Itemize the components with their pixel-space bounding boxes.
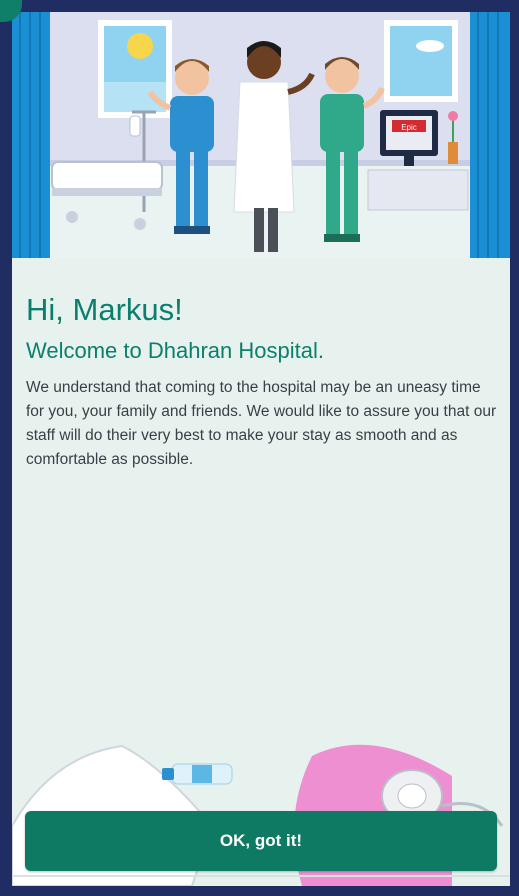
hospital-staff-illustration: Epic	[12, 12, 510, 258]
welcome-content: Hi, Markus! Welcome to Dhahran Hospital.…	[26, 292, 498, 472]
water-bottle-icon	[162, 763, 233, 785]
welcome-subheading: Welcome to Dhahran Hospital.	[26, 338, 324, 363]
greeting-heading: Hi, Markus!	[26, 292, 183, 327]
welcome-screen: Epic Hi, Markus! Welcome to Dhahran Hosp…	[12, 12, 510, 886]
ok-got-it-button[interactable]: OK, got it!	[25, 811, 497, 871]
welcome-message: We understand that coming to the hospita…	[26, 379, 497, 468]
svg-text:Epic: Epic	[401, 123, 417, 132]
